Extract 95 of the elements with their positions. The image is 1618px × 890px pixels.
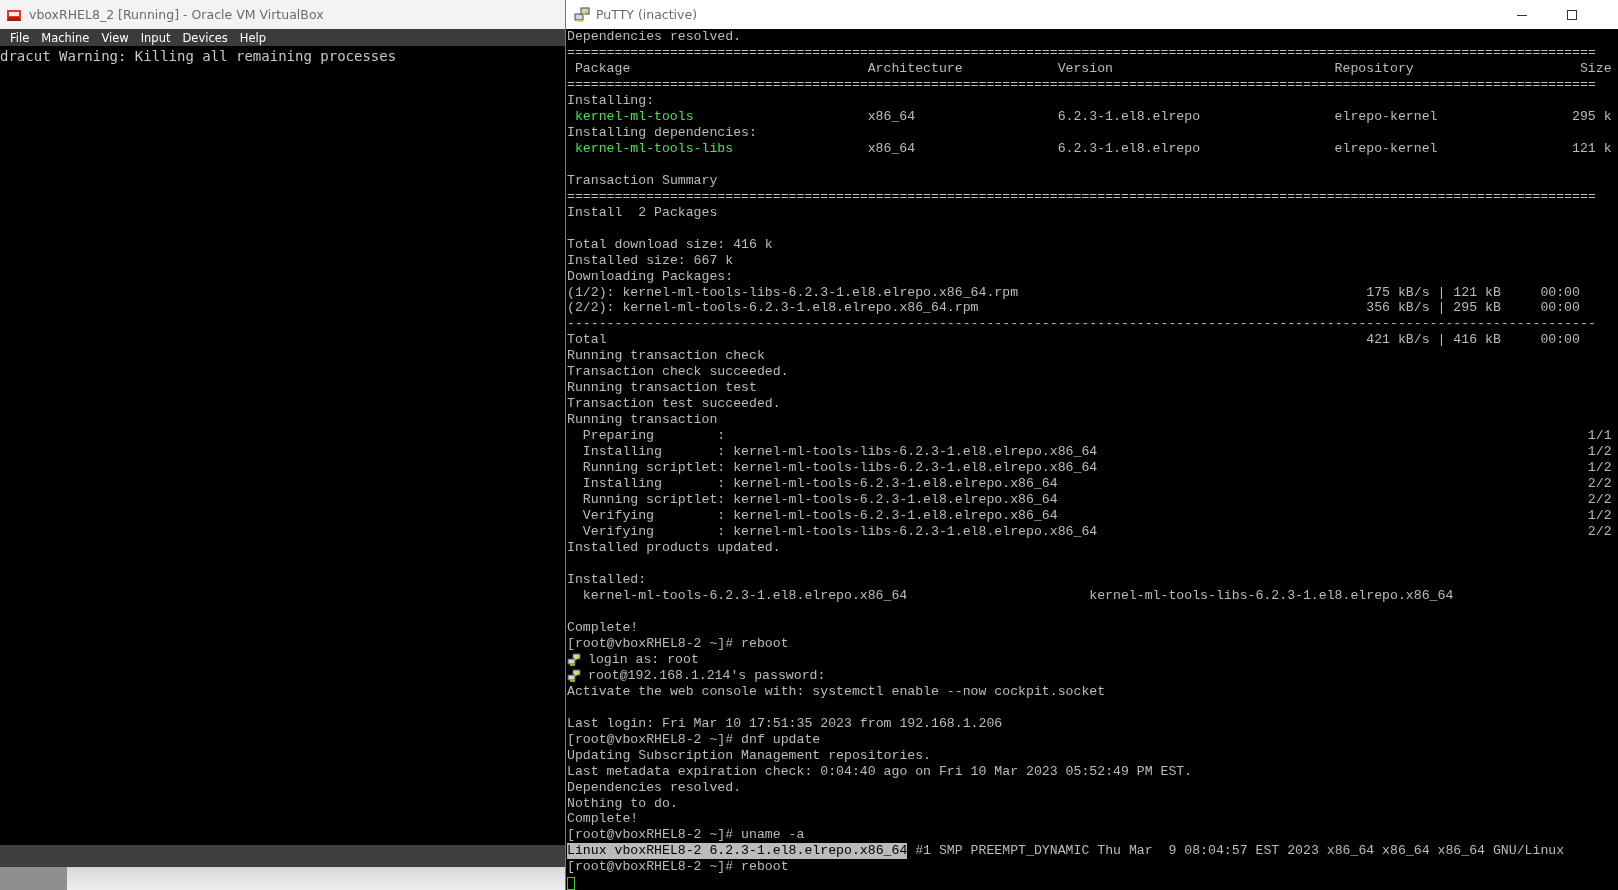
terminal-line: Dependencies resolved.	[567, 29, 742, 45]
terminal-line: Total	[567, 332, 607, 348]
transfer-time: 00:00	[1540, 300, 1580, 317]
window-title: vboxRHEL8_2 [Running] - Oracle VM VirtualBox	[29, 7, 324, 22]
separator-line: ==================================================================================================================================	[567, 188, 1596, 205]
step-label: Installing :	[582, 444, 726, 460]
terminal-line: Installed products updated.	[567, 540, 781, 556]
table-cell: elrepo-kernel	[1334, 108, 1438, 124]
terminal-line: Downloading Packages:	[567, 268, 734, 285]
terminal-line: Complete!	[567, 619, 639, 636]
step-package: kernel-ml-tools-6.2.3-1.el8.elrepo.x86_64	[733, 492, 1058, 508]
step-count: 1/2	[1587, 508, 1612, 524]
step-count: 2/2	[1587, 492, 1612, 508]
step-package: kernel-ml-tools-6.2.3-1.el8.elrepo.x86_64	[733, 508, 1058, 524]
computers-icon	[574, 6, 590, 23]
terminal-line: Complete!	[567, 811, 639, 828]
maximize-icon	[1567, 9, 1577, 20]
text-cursor	[567, 877, 575, 890]
terminal-line: Nothing to do.	[567, 795, 678, 812]
column-header: Repository	[1334, 60, 1414, 76]
step-package: kernel-ml-tools-libs-6.2.3-1.el8.elrepo.x86_64	[733, 444, 1098, 460]
step-package: kernel-ml-tools-libs-6.2.3-1.el8.elrepo.x86_64	[733, 524, 1098, 540]
column-header: Package	[574, 60, 631, 76]
step-label: Preparing :	[582, 428, 726, 444]
computers-icon	[567, 652, 581, 667]
transfer-time: 00:00	[1540, 332, 1580, 349]
terminal-line: Transaction check succeeded.	[567, 364, 789, 381]
table-cell: x86_64	[867, 140, 916, 156]
separator-line: ==================================================================================================================================	[567, 76, 1596, 93]
menu-item[interactable]: View	[95, 30, 135, 45]
menu-item[interactable]: Devices	[176, 30, 234, 45]
transfer-stats: 421 kB/s | 416 kB	[1366, 332, 1501, 348]
table-cell: 295 k	[1572, 108, 1612, 124]
step-count: 1/2	[1587, 460, 1612, 476]
separator-line: ----------------------------------------------------------------------------------------------------------------------------------	[567, 316, 1596, 333]
column-header: Version	[1057, 60, 1114, 76]
menu-item[interactable]: Machine	[35, 30, 96, 45]
step-label: Running scriptlet:	[582, 460, 726, 476]
package-name: kernel-ml-tools-libs	[574, 140, 734, 156]
step-package: kernel-ml-tools-6.2.3-1.el8.elrepo.x86_64	[733, 476, 1058, 492]
console-line: dracut Warning: Killing all remaining processes	[0, 48, 397, 64]
terminal-line: Installed:	[567, 571, 647, 588]
package-name: kernel-ml-tools	[574, 108, 694, 124]
table-cell: 121 k	[1572, 140, 1612, 156]
window-title: PuTTY (inactive)	[596, 7, 698, 22]
separator-line: ==================================================================================================================================	[567, 44, 1596, 61]
terminal-line: [root@vboxRHEL8-2 ~]# dnf update	[567, 731, 821, 748]
putty-message: root@192.168.1.214's password:	[588, 667, 826, 684]
terminal-line: Running transaction test	[567, 380, 757, 397]
menu-item[interactable]: File	[4, 30, 36, 45]
installed-package: kernel-ml-tools-6.2.3-1.el8.elrepo.x86_64	[582, 587, 908, 603]
step-label: Installing :	[582, 476, 726, 492]
terminal-line: (1/2): kernel-ml-tools-libs-6.2.3-1.el8.elrepo.x86_64.rpm	[567, 284, 1019, 300]
column-header: Architecture	[867, 60, 963, 76]
table-cell: 6.2.3-1.el8.elrepo	[1057, 140, 1201, 156]
column-header: Size	[1579, 60, 1612, 76]
menu-item[interactable]: Input	[134, 30, 177, 45]
step-count: 1/1	[1587, 428, 1612, 444]
terminal-line: Activate the web console with: systemctl enable --now cockpit.socket	[567, 683, 1106, 700]
terminal-line: [root@vboxRHEL8-2 ~]# uname -a	[567, 827, 805, 844]
step-count: 2/2	[1587, 476, 1612, 492]
terminal-line: [root@vboxRHEL8-2 ~]# reboot	[567, 859, 789, 876]
transfer-time: 00:00	[1540, 284, 1580, 301]
transfer-stats: 356 kB/s | 295 kB	[1366, 300, 1501, 316]
terminal-line: Installed size: 667 k	[567, 252, 734, 269]
transfer-stats: 175 kB/s | 121 kB	[1366, 284, 1501, 300]
selected-text: Linux vboxRHEL8-2 6.2.3-1.el8.elrepo.x86_64	[567, 843, 908, 860]
installed-package: kernel-ml-tools-libs-6.2.3-1.el8.elrepo.x86_64	[1089, 587, 1454, 604]
terminal-line: Last login: Fri Mar 10 17:51:35 2023 from 192.168.1.206	[567, 715, 1003, 732]
computers-icon	[567, 668, 581, 683]
terminal-line: Transaction test succeeded.	[567, 396, 781, 413]
terminal-line: Dependencies resolved.	[567, 779, 742, 796]
step-label: Running scriptlet:	[582, 492, 726, 508]
terminal-line: Installing:	[567, 92, 655, 109]
step-label: Verifying :	[582, 508, 726, 524]
step-count: 2/2	[1587, 524, 1612, 540]
terminal-line: [root@vboxRHEL8-2 ~]# reboot	[567, 635, 789, 652]
menu-item[interactable]: Help	[233, 30, 272, 45]
table-cell: elrepo-kernel	[1334, 140, 1438, 156]
step-count: 1/2	[1587, 444, 1612, 460]
terminal-line: Transaction Summary	[567, 172, 718, 189]
table-cell: x86_64	[867, 108, 916, 124]
terminal-line: Total download size: 416 k	[567, 236, 773, 253]
terminal-line: Running transaction	[567, 412, 718, 429]
terminal-line: Last metadata expiration check: 0:04:40 ago on Fri 10 Mar 2023 05:52:49 PM EST.	[567, 763, 1193, 780]
terminal-text: #1 SMP PREEMPT_DYNAMIC Thu Mar 9 08:04:57 EST 2023 x86_64 x86_64 x86_64 GNU/Linux	[914, 843, 1565, 860]
terminal-line: Install 2 Packages	[567, 204, 718, 221]
terminal-line: Running transaction check	[567, 348, 765, 365]
terminal-line: Installing dependencies:	[567, 124, 757, 141]
step-package: kernel-ml-tools-libs-6.2.3-1.el8.elrepo.x86_64	[733, 460, 1098, 476]
putty-message: login as: root	[588, 651, 699, 668]
step-label: Verifying :	[582, 524, 726, 540]
terminal-line: Updating Subscription Management repositories.	[567, 747, 932, 764]
terminal-line: (2/2): kernel-ml-tools-6.2.3-1.el8.elrepo.x86_64.rpm	[567, 300, 979, 316]
table-cell: 6.2.3-1.el8.elrepo	[1057, 108, 1201, 124]
